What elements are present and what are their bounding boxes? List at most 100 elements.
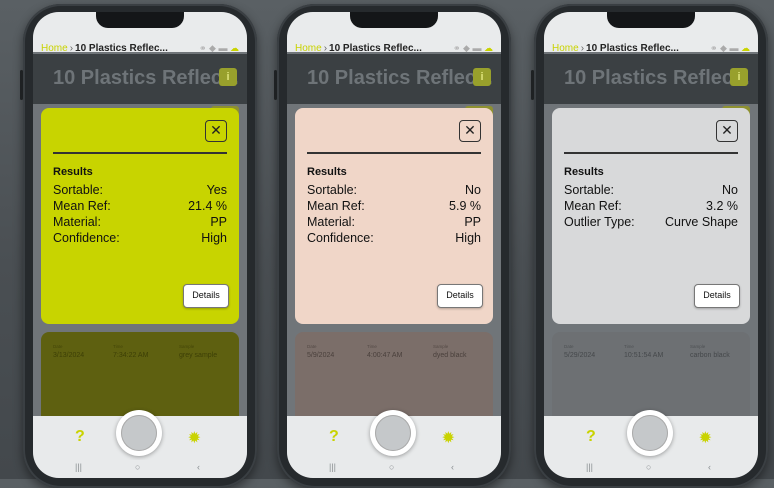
bottom-bar: ? ✹ <box>544 410 758 460</box>
record-date: Date 5/29/2024 <box>564 344 595 359</box>
phone-screen: Home › 10 Plastics Reflec... ⚭ ◆ ▬ ☁ 10 Pl… <box>287 12 501 478</box>
help-icon[interactable]: ? <box>75 428 85 446</box>
home-icon[interactable]: ○ <box>646 462 651 472</box>
help-icon[interactable]: ? <box>329 428 339 446</box>
details-button[interactable]: Details <box>183 284 229 308</box>
results-title: Results <box>307 166 347 178</box>
info-button[interactable]: i <box>219 68 237 86</box>
row-label: Sortable: <box>53 183 104 197</box>
app-header: 10 Plastics Reflec... i <box>33 54 247 104</box>
phone-screen: Home › 10 Plastics Reflec... ⚭ ◆ ▬ ☁ 10 Pl… <box>544 12 758 478</box>
scan-button-inner <box>632 415 668 451</box>
system-nav-bar: ||| ○ ‹ <box>33 460 247 478</box>
help-icon[interactable]: ? <box>586 428 596 446</box>
results-rows: Sortable: No Mean Ref: 3.2 % Outlier Type:… <box>564 182 738 230</box>
side-button <box>531 70 534 100</box>
result-row: Mean Ref: 3.2 % <box>564 198 738 214</box>
recent-apps-icon[interactable]: ||| <box>329 462 336 472</box>
battery-icon: ▬ <box>472 43 482 53</box>
results-card: ✕ Results Sortable: No Mean Ref: 5.9 % Mat… <box>295 108 493 324</box>
row-value: 21.4 % <box>188 199 227 213</box>
bottom-bar: ? ✹ <box>287 410 501 460</box>
date-header: Date <box>53 344 63 349</box>
record-date: Date 3/13/2024 <box>53 344 84 359</box>
breadcrumb: Home › 10 Plastics Reflec... <box>295 43 422 54</box>
divider <box>53 152 227 154</box>
home-icon[interactable]: ○ <box>135 462 140 472</box>
back-icon[interactable]: ‹ <box>197 462 200 472</box>
result-row: Mean Ref: 5.9 % <box>307 198 481 214</box>
close-button[interactable]: ✕ <box>205 120 227 142</box>
scan-button[interactable] <box>116 410 162 456</box>
app-header: 10 Plastics Reflec... i <box>544 54 758 104</box>
link-icon: ⚭ <box>709 43 718 53</box>
results-title: Results <box>53 166 93 178</box>
details-button[interactable]: Details <box>437 284 483 308</box>
record-sample: Sample dyed black <box>433 344 466 359</box>
cloud-icon[interactable]: ☁ <box>484 43 493 53</box>
sample-header: Sample <box>433 344 449 349</box>
home-icon[interactable]: ○ <box>389 462 394 472</box>
breadcrumb: Home › 10 Plastics Reflec... <box>41 43 168 54</box>
sample-value: carbon black <box>690 352 730 359</box>
sample-value: dyed black <box>433 352 467 359</box>
row-value: High <box>455 231 481 245</box>
app-header: 10 Plastics Reflec... i <box>287 54 501 104</box>
scan-button-inner <box>375 415 411 451</box>
time-header: Time <box>113 344 123 349</box>
row-value: 3.2 % <box>706 199 738 213</box>
breadcrumb-separator: › <box>69 43 74 54</box>
time-header: Time <box>624 344 634 349</box>
side-button <box>274 70 277 100</box>
record-sample: Sample grey sample <box>179 344 217 359</box>
date-value: 5/9/2024 <box>307 352 335 359</box>
back-icon[interactable]: ‹ <box>451 462 454 472</box>
date-value: 3/13/2024 <box>53 352 85 359</box>
row-value: High <box>201 231 227 245</box>
breadcrumb-current: 10 Plastics Reflec... <box>75 43 168 54</box>
breadcrumb-home[interactable]: Home <box>41 43 68 54</box>
back-icon[interactable]: ‹ <box>708 462 711 472</box>
record-time: Time 7:34:22 AM <box>113 344 148 359</box>
row-value: Yes <box>206 183 227 197</box>
recent-apps-icon[interactable]: ||| <box>75 462 82 472</box>
scan-button[interactable] <box>627 410 673 456</box>
sample-value: grey sample <box>179 352 218 359</box>
time-value: 4:00:47 AM <box>367 352 403 359</box>
phone-screen: Home › 10 Plastics Reflec... ⚭ ◆ ▬ ☁ 10 Pl… <box>33 12 247 478</box>
scan-button-inner <box>121 415 157 451</box>
breadcrumb-home[interactable]: Home <box>552 43 579 54</box>
recent-apps-icon[interactable]: ||| <box>586 462 593 472</box>
info-button[interactable]: i <box>473 68 491 86</box>
result-row: Mean Ref: 21.4 % <box>53 198 227 214</box>
battery-icon: ▬ <box>729 43 739 53</box>
result-row: Confidence: High <box>53 230 227 246</box>
breadcrumb-home[interactable]: Home <box>295 43 322 54</box>
info-button[interactable]: i <box>730 68 748 86</box>
cloud-icon[interactable]: ☁ <box>741 43 750 53</box>
wifi-icon: ◆ <box>720 43 727 53</box>
divider <box>564 152 738 154</box>
page-title: 10 Plastics Reflec... <box>307 67 493 89</box>
cloud-icon[interactable]: ☁ <box>230 43 239 53</box>
gear-icon[interactable]: ✹ <box>188 428 201 448</box>
results-card: ✕ Results Sortable: No Mean Ref: 3.2 % Out… <box>552 108 750 324</box>
battery-icon: ▬ <box>218 43 228 53</box>
system-nav-bar: ||| ○ ‹ <box>287 460 501 478</box>
record-sample: Sample carbon black <box>690 344 730 359</box>
row-label: Confidence: <box>307 231 374 245</box>
row-label: Outlier Type: <box>564 215 635 229</box>
result-row: Material: PP <box>307 214 481 230</box>
details-button[interactable]: Details <box>694 284 740 308</box>
row-value: 5.9 % <box>449 199 481 213</box>
results-rows: Sortable: No Mean Ref: 5.9 % Material: PP C… <box>307 182 481 246</box>
scan-button[interactable] <box>370 410 416 456</box>
gear-icon[interactable]: ✹ <box>442 428 455 448</box>
close-button[interactable]: ✕ <box>716 120 738 142</box>
result-row: Sortable: No <box>564 182 738 198</box>
close-button[interactable]: ✕ <box>459 120 481 142</box>
wifi-icon: ◆ <box>209 43 216 53</box>
gear-icon[interactable]: ✹ <box>699 428 712 448</box>
wifi-icon: ◆ <box>463 43 470 53</box>
divider <box>307 152 481 154</box>
